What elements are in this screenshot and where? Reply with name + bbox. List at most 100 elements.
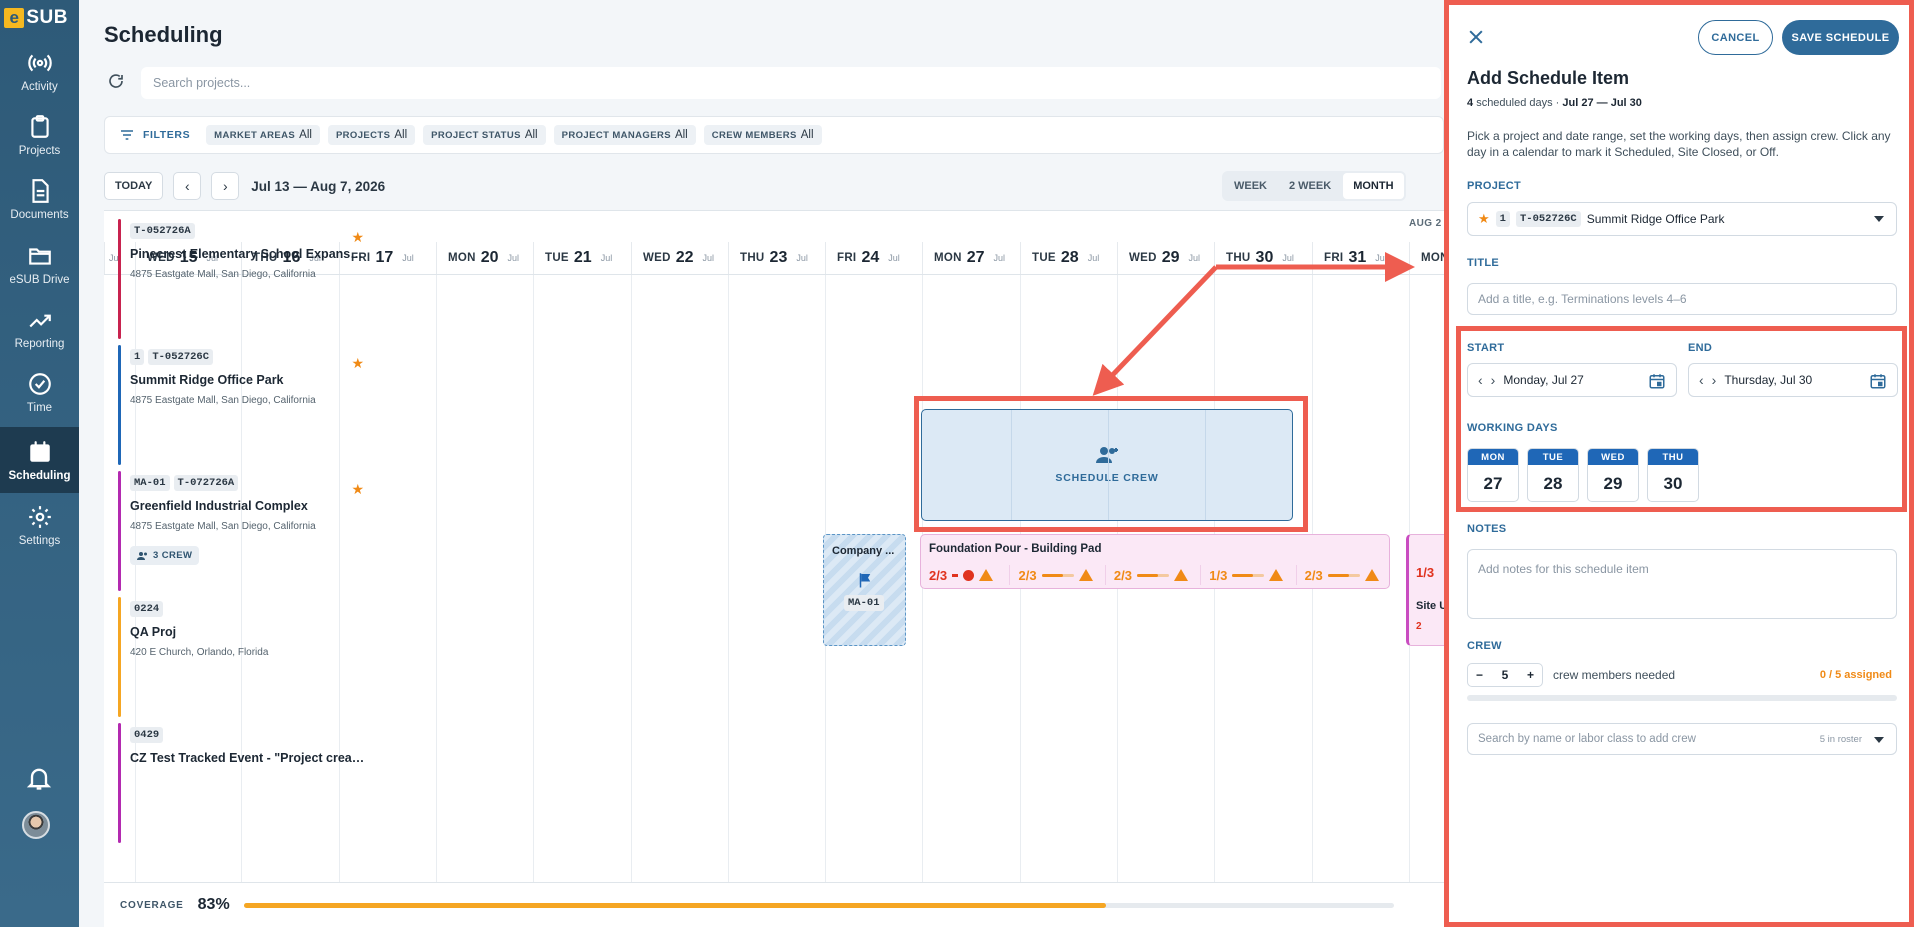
filter-chip-projects[interactable]: PROJECTS All [327, 125, 416, 145]
next-day-icon[interactable]: › [1491, 372, 1496, 388]
next-day-icon[interactable]: › [1712, 372, 1717, 388]
working-day-thu[interactable]: THU 30 [1647, 448, 1699, 502]
crew-count: 2 [1416, 621, 1422, 632]
cancel-button[interactable]: CANCEL [1698, 20, 1773, 55]
company-event-block[interactable]: Company ... MA-01 [823, 534, 906, 646]
project-address: 4875 Eastgate Mall, San Diego, Californi… [130, 521, 316, 532]
esub-logo[interactable]: e SUB [4, 6, 68, 30]
schedule-crew-block[interactable]: SCHEDULE CREW [921, 409, 1293, 521]
sidebar-item-scheduling[interactable]: Scheduling [0, 427, 79, 493]
day-header[interactable]: TUE 28 Jul [1020, 242, 1117, 274]
bell-icon[interactable] [25, 764, 53, 792]
project-select[interactable]: ★ 1 T-052726C Summit Ridge Office Park [1467, 202, 1897, 236]
sidebar-item-label: Reporting [14, 337, 65, 350]
day-header[interactable]: WED 29 Jul [1117, 242, 1214, 274]
sidebar-item-projects[interactable]: Projects [0, 104, 79, 166]
day-month: Jul [796, 253, 808, 263]
refresh-icon[interactable] [107, 72, 125, 90]
search-input[interactable]: Search projects... [141, 67, 1441, 99]
project-row[interactable]: 0429 CZ Test Tracked Event - "Project cre… [118, 723, 365, 843]
end-date-field[interactable]: ‹ › Thursday, Jul 30 [1688, 363, 1898, 397]
title-input[interactable]: Add a title, e.g. Terminations levels 4–… [1467, 283, 1897, 315]
increment-icon[interactable]: + [1527, 668, 1534, 682]
crew-stepper[interactable]: − 5 + [1467, 663, 1543, 687]
grid-line [631, 275, 632, 882]
filter-chip-crew-members[interactable]: CREW MEMBERS All [703, 125, 822, 145]
sidebar-item-label: Settings [18, 534, 61, 547]
project-row[interactable]: 1 T-052726C Summit Ridge Office Park 4875 E… [118, 345, 364, 465]
prev-day-icon[interactable]: ‹ [1478, 372, 1483, 388]
end-date-value: Thursday, Jul 30 [1724, 373, 1813, 387]
today-button[interactable]: TODAY [104, 172, 164, 200]
calendar-icon[interactable] [1869, 372, 1887, 390]
prev-day-icon[interactable]: ‹ [1699, 372, 1704, 388]
filter-chip-project-managers[interactable]: PROJECT MANAGERS All [553, 125, 696, 145]
view-2-week[interactable]: 2 WEEK [1279, 173, 1341, 199]
crew-pill[interactable]: 3 CREW [130, 546, 200, 565]
day-header[interactable]: MON [1409, 242, 1444, 274]
day-header[interactable]: TUE 21 Jul [533, 242, 630, 274]
day-name: THU [1648, 449, 1698, 465]
prev-range-button[interactable]: ‹ [173, 172, 202, 200]
view-month[interactable]: MONTH [1343, 173, 1404, 199]
project-tag: 1 [130, 349, 145, 365]
calendar-icon[interactable] [1648, 372, 1666, 390]
project-name: Summit Ridge Office Park [1586, 212, 1725, 226]
star-icon[interactable]: ★ [351, 481, 364, 498]
filter-icon[interactable] [119, 127, 135, 143]
day-header[interactable]: THU 30 Jul [1214, 242, 1311, 274]
chip-value: All [394, 129, 408, 141]
day-number: 30 [1255, 249, 1274, 266]
day-month: Jul [600, 253, 613, 263]
day-header[interactable]: MON 20 Jul [436, 242, 533, 274]
notes-field[interactable]: Add notes for this schedule item [1467, 549, 1897, 619]
day-header[interactable]: WED 22 Jul [631, 242, 728, 274]
save-schedule-button[interactable]: SAVE SCHEDULE [1782, 20, 1899, 55]
start-label: START [1467, 342, 1505, 354]
project-row[interactable]: T-052726A Pinecrest Elementary School Exp… [118, 219, 365, 339]
project-row[interactable]: MA-01 T-072726A Greenfield Industrial Comp… [118, 471, 364, 591]
working-day-mon[interactable]: MON 27 [1467, 448, 1519, 502]
day-header[interactable]: THU 23 Jul [728, 242, 825, 274]
crew-needed-text: crew members needed [1553, 668, 1676, 682]
panel-description: Pick a project and date range, set the w… [1467, 129, 1891, 159]
close-icon[interactable] [1466, 27, 1486, 47]
sidebar-item-activity[interactable]: Activity [0, 40, 79, 102]
day-name: TUE [545, 252, 569, 264]
main-content: Scheduling Search projects... FILTERS MA… [79, 0, 1444, 927]
site-event-block[interactable]: 1/3 Site U 2 [1406, 534, 1444, 646]
sidebar-item-documents[interactable]: Documents [0, 168, 79, 230]
working-day-wed[interactable]: WED 29 [1587, 448, 1639, 502]
avatar[interactable] [22, 811, 50, 839]
filter-chip-project-status[interactable]: PROJECT STATUS All [423, 125, 546, 145]
start-date-field[interactable]: ‹ › Monday, Jul 27 [1467, 363, 1677, 397]
chevron-down-icon [1874, 216, 1884, 222]
project-row[interactable]: 0224 QA Proj 420 E Church, Orlando, Florid… [118, 597, 358, 717]
sidebar-item-esub-drive[interactable]: eSUB Drive [0, 233, 79, 295]
star-icon[interactable]: ★ [351, 229, 364, 246]
view-week[interactable]: WEEK [1224, 173, 1277, 199]
sidebar-item-time[interactable]: Time [0, 361, 79, 423]
day-month: Jul [1188, 253, 1201, 263]
foundation-pour-event[interactable]: Foundation Pour - Building Pad 2/3 2/3 2… [920, 534, 1390, 589]
filter-chip-market-areas[interactable]: MARKET AREAS All [206, 125, 320, 145]
error-icon [963, 569, 975, 581]
sidebar-item-reporting[interactable]: Reporting [0, 297, 79, 359]
day-header[interactable]: FRI 31 Jul [1312, 242, 1409, 274]
working-day-tue[interactable]: TUE 28 [1527, 448, 1579, 502]
next-range-button[interactable]: › [211, 172, 240, 200]
roster-search[interactable]: Search by name or labor class to add cre… [1467, 723, 1897, 755]
day-name: WED [643, 252, 671, 264]
star-icon[interactable]: ★ [351, 355, 364, 372]
project-tag: T-052726C [148, 349, 214, 365]
warning-icon [979, 569, 994, 581]
day-header[interactable]: MON 27 Jul [922, 242, 1019, 274]
project-name: Summit Ridge Office Park [130, 373, 284, 387]
crew-count: 5 [1501, 668, 1509, 682]
day-header[interactable]: FRI 24 Jul [825, 242, 922, 274]
trend-icon [28, 314, 51, 327]
day-name: TUE [1032, 252, 1056, 264]
sidebar-item-settings[interactable]: Settings [0, 494, 79, 556]
decrement-icon[interactable]: − [1476, 668, 1483, 682]
day-month: Jul [993, 253, 1006, 263]
